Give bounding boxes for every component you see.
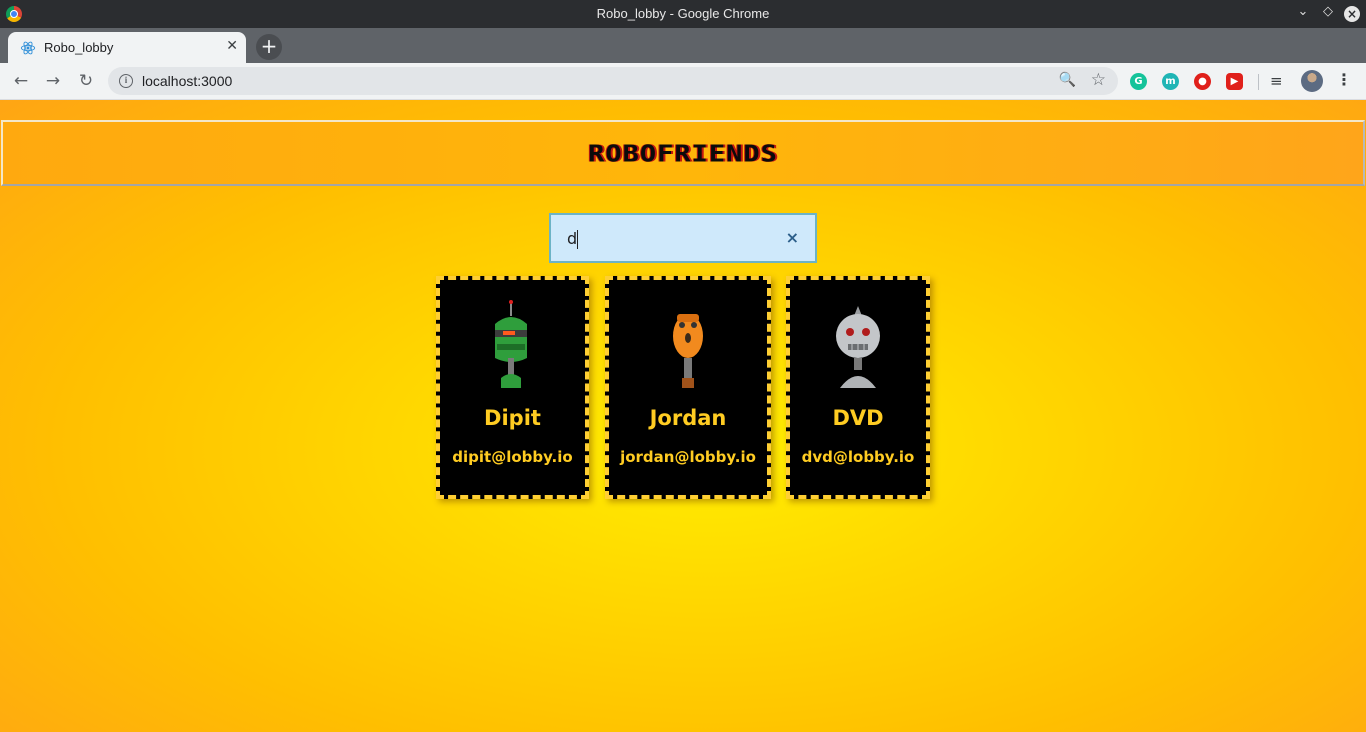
bookmark-star-icon[interactable]: ☆ [1091, 70, 1106, 90]
maximize-icon[interactable]: ◇ [1318, 4, 1338, 19]
tab-title: Robo_lobby [44, 40, 114, 55]
forward-arrow-icon[interactable]: → [42, 71, 64, 91]
clear-search-icon[interactable]: × [786, 228, 799, 247]
extension-play-icon[interactable]: ▶ [1226, 73, 1243, 90]
media-queue-icon[interactable]: ≡ [1270, 72, 1283, 90]
text-caret [577, 230, 578, 249]
page-viewport: ROBOFRIENDS d × Dipit dipit@lobby.io Jor… [0, 100, 1366, 732]
robot-email: jordan@lobby.io [620, 448, 756, 466]
extension-m-icon[interactable]: m [1162, 73, 1179, 90]
site-info-icon[interactable]: i [119, 74, 133, 88]
zoom-icon[interactable]: 🔍 [1059, 72, 1076, 88]
window-titlebar: Robo_lobby - Google Chrome ⌄ ◇ × [0, 0, 1366, 28]
robot-name: Dipit [484, 406, 541, 430]
robot-card[interactable]: DVD dvd@lobby.io [786, 276, 930, 499]
minimize-icon[interactable]: ⌄ [1293, 4, 1313, 19]
close-window-icon[interactable]: × [1344, 6, 1360, 22]
robot-email: dipit@lobby.io [452, 448, 573, 466]
robot-email: dvd@lobby.io [801, 448, 915, 466]
menu-kebab-icon[interactable]: ⋮ [1336, 70, 1352, 89]
robot-name: DVD [832, 406, 884, 430]
robot-card[interactable]: Dipit dipit@lobby.io [436, 276, 589, 499]
browser-toolbar: ← → ↻ i localhost:3000 🔍 ☆ G m ● ▶ ≡ ⋮ [0, 63, 1366, 100]
close-tab-icon[interactable]: ✕ [226, 38, 238, 54]
page-header: ROBOFRIENDS [1, 120, 1365, 186]
extension-red-icon[interactable]: ● [1194, 73, 1211, 90]
react-icon [20, 41, 36, 55]
search-value[interactable]: d [567, 229, 577, 248]
profile-avatar[interactable] [1301, 70, 1323, 92]
robot-name: Jordan [649, 406, 727, 430]
address-bar[interactable]: i localhost:3000 🔍 ☆ [108, 67, 1118, 95]
search-input[interactable]: d × [549, 213, 817, 263]
page-title: ROBOFRIENDS [588, 141, 778, 168]
robot-avatar-silver [836, 306, 880, 388]
robot-avatar-green [494, 300, 527, 388]
tab-strip: Robo_lobby ✕ + [0, 28, 1366, 63]
robot-avatar-orange [673, 314, 703, 388]
robot-card[interactable]: Jordan jordan@lobby.io [605, 276, 771, 499]
new-tab-button[interactable]: + [256, 34, 282, 60]
grammarly-icon[interactable]: G [1130, 73, 1147, 90]
reload-icon[interactable]: ↻ [75, 71, 97, 91]
back-arrow-icon[interactable]: ← [10, 71, 32, 91]
toolbar-divider [1258, 74, 1259, 90]
url-text[interactable]: localhost:3000 [142, 73, 232, 89]
window-title: Robo_lobby - Google Chrome [596, 6, 770, 21]
tab-robo-lobby[interactable]: Robo_lobby ✕ [8, 32, 246, 63]
